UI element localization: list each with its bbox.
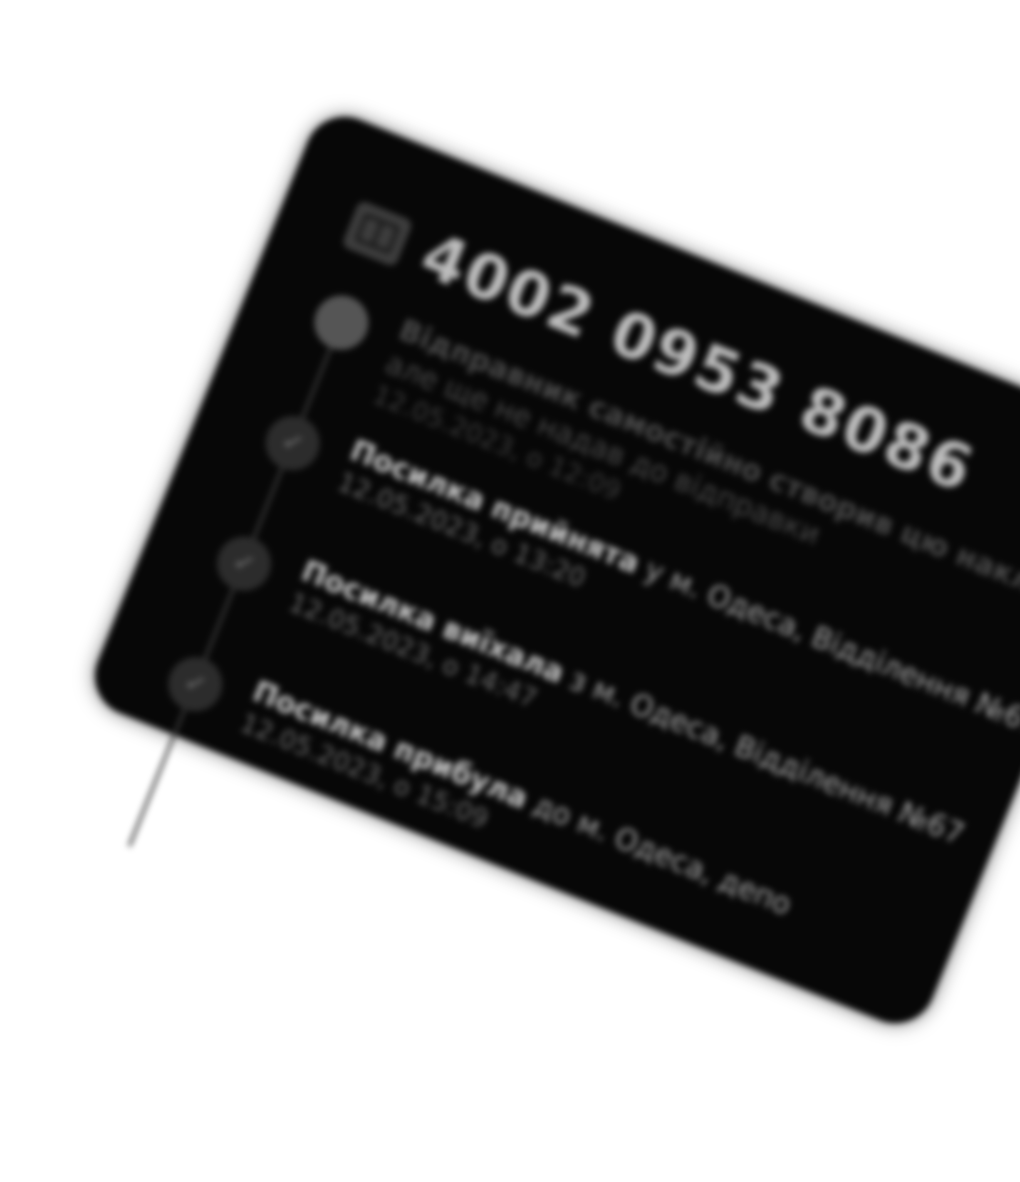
tracking-timeline: Відправник самостійно створив цю накладн… [127, 279, 1020, 1068]
tracking-card: 4002 0953 8086 Відправник самостійно ств… [82, 104, 1020, 1036]
screenshot-stage: 4002 0953 8086 Відправник самостійно ств… [0, 0, 1020, 1182]
check-icon: ✓ [160, 649, 231, 720]
check-icon: ✓ [257, 408, 328, 479]
check-icon: ✓ [208, 528, 280, 599]
circle-icon [306, 287, 377, 358]
package-icon [341, 199, 414, 268]
